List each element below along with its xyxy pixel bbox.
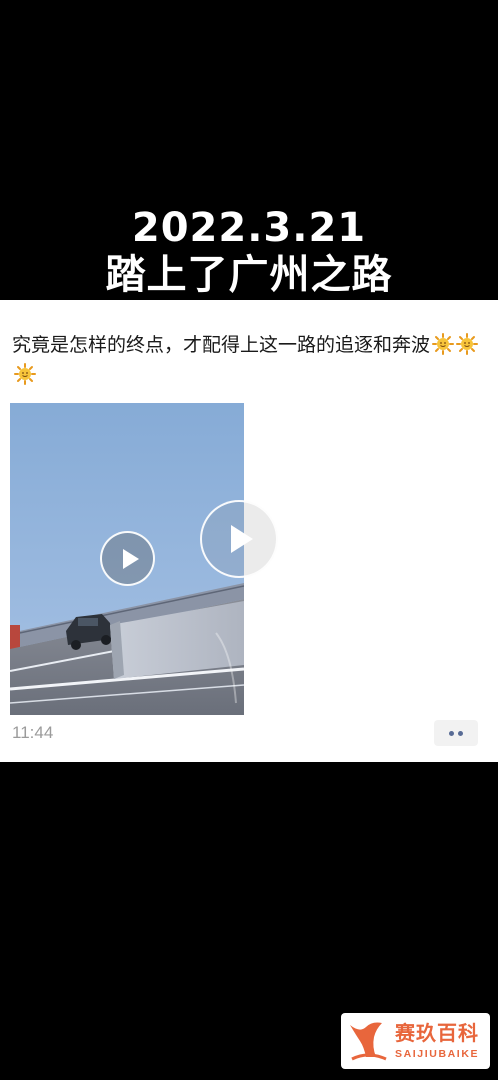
watermark-name-cn: 赛玖百科 — [395, 1021, 479, 1045]
sun-emoji-icon — [14, 363, 36, 385]
watermark-logo: 赛玖百科 SAIJIUBAIKE — [341, 1013, 490, 1069]
post-timestamp: 11:44 — [12, 723, 54, 742]
post-text: 究竟是怎样的终点，才配得上这一路的追逐和奔波 — [12, 330, 488, 390]
play-button[interactable] — [200, 500, 278, 578]
overlay-date: 2022.3.21 — [131, 204, 367, 252]
screen: { "overlay": { "date": "2022.3.21", "tit… — [0, 0, 498, 1080]
whale-tail-logo-icon — [350, 1022, 387, 1061]
overlay-title: 踏上了广州之路 — [105, 251, 393, 299]
play-icon — [231, 525, 253, 553]
sun-emoji-icon — [456, 333, 479, 355]
post-text-body: 究竟是怎样的终点，才配得上这一路的追逐和奔波 — [12, 334, 431, 356]
more-dots-icon — [449, 731, 454, 736]
moments-post-card: 究竟是怎样的终点，才配得上这一路的追逐和奔波 11:44 — [0, 300, 498, 762]
play-button-small[interactable] — [100, 531, 155, 586]
more-actions-button[interactable] — [434, 720, 478, 746]
more-dots-icon — [458, 731, 463, 736]
watermark-name-en: SAIJIUBAIKE — [395, 1048, 480, 1060]
sun-emoji-icon — [432, 333, 455, 355]
play-icon — [123, 549, 139, 569]
